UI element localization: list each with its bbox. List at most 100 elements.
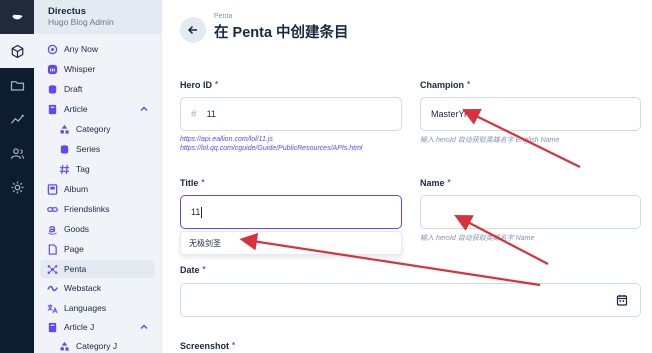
nav-item-label: Languages xyxy=(64,303,107,313)
hero-id-label: Hero ID * xyxy=(180,80,218,90)
nav-item-webstack[interactable]: Webstack xyxy=(40,279,155,297)
name-input[interactable] xyxy=(420,195,641,229)
translate-icon xyxy=(44,302,60,314)
nav-item-languages[interactable]: Languages xyxy=(40,299,155,317)
champion-label: Champion * xyxy=(420,80,470,90)
nav-item-label: Article xyxy=(64,104,88,114)
nav-item-label: Webstack xyxy=(64,283,102,293)
module-insights[interactable] xyxy=(0,102,34,136)
date-input[interactable] xyxy=(180,283,641,317)
module-users[interactable] xyxy=(0,136,34,170)
nav-item-label: Penta xyxy=(64,264,87,274)
name-label-text: Name xyxy=(420,178,445,188)
folder-icon xyxy=(10,80,24,91)
hero-id-input[interactable]: # 11 xyxy=(180,97,402,131)
insights-icon xyxy=(10,114,24,124)
nav-item-tag[interactable]: Tag xyxy=(52,160,155,178)
title-label-text: Title xyxy=(180,178,199,188)
main-content: Penta 在 Penta 中创建条目 Hero ID * # 11 https:… xyxy=(162,0,652,353)
nav-item-label: Category J xyxy=(76,341,118,351)
nav-item-label: Series xyxy=(76,144,101,154)
stack-icon xyxy=(44,282,60,294)
breadcrumb[interactable]: Penta xyxy=(214,13,232,20)
nav-item-label: Goods xyxy=(64,224,90,234)
title-value: 11 xyxy=(191,207,201,217)
rabbit-logo-icon xyxy=(11,14,23,19)
project-subtitle: Hugo Blog Admin xyxy=(48,17,114,27)
date-label: Date * xyxy=(180,265,206,275)
chevron-up-icon[interactable] xyxy=(139,322,149,332)
title-suggestion-dropdown[interactable]: 无极剑圣 xyxy=(180,231,402,255)
nav-item-label: Tag xyxy=(76,164,90,174)
mastodon-icon xyxy=(44,63,60,75)
hub-icon xyxy=(44,263,60,275)
screenshot-label-text: Screenshot xyxy=(180,341,230,351)
nav-item-goods[interactable]: Goods xyxy=(40,220,155,238)
name-label: Name * xyxy=(420,178,451,188)
module-files[interactable] xyxy=(0,68,34,102)
settings-icon xyxy=(11,181,23,193)
module-settings[interactable] xyxy=(0,170,34,204)
name-hint: 输入 heroId 自动获取英雄名字 Name xyxy=(420,235,535,242)
required-mark: * xyxy=(215,80,219,89)
chevron-up-icon[interactable] xyxy=(139,104,149,114)
directus-app: Directus Hugo Blog Admin Any Now Whisper… xyxy=(0,0,652,353)
arrow-back-icon xyxy=(187,25,197,35)
link-icon xyxy=(44,203,60,215)
title-input[interactable]: 11 xyxy=(180,195,402,229)
nav-item-any-now[interactable]: Any Now xyxy=(40,40,155,58)
champion-input[interactable]: MasterYi xyxy=(420,97,641,131)
date-label-text: Date xyxy=(180,265,200,275)
nav-item-draft[interactable]: Draft xyxy=(40,80,155,98)
nav-item-penta[interactable]: Penta xyxy=(40,260,155,278)
nav-item-label: Draft xyxy=(64,84,83,94)
book-icon xyxy=(44,103,60,115)
module-bar xyxy=(0,0,34,353)
back-button[interactable] xyxy=(180,17,206,43)
champion-hint: 输入 heroId 自动获取英雄名字 English Name xyxy=(420,137,560,144)
database-icon xyxy=(44,83,60,95)
navigation-sidebar: Directus Hugo Blog Admin Any Now Whisper… xyxy=(34,0,162,353)
nav-item-page[interactable]: Page xyxy=(40,240,155,258)
page-icon xyxy=(44,243,60,255)
database-icon xyxy=(56,143,72,155)
champion-label-text: Champion xyxy=(420,80,464,90)
hash-icon: # xyxy=(191,108,197,120)
page-title: 在 Penta 中创建条目 xyxy=(214,25,349,41)
calendar-icon[interactable] xyxy=(616,294,628,306)
nav-item-album[interactable]: Album xyxy=(40,180,155,198)
hero-id-label-text: Hero ID xyxy=(180,80,213,90)
screenshot-label: Screenshot * xyxy=(180,341,235,351)
nav-item-label: Any Now xyxy=(64,44,99,54)
directus-logo[interactable] xyxy=(0,0,34,34)
hero-id-value: 11 xyxy=(206,109,216,119)
project-header[interactable]: Directus Hugo Blog Admin xyxy=(34,0,161,34)
users-icon xyxy=(10,147,24,159)
hero-id-hint-link-1[interactable]: https://api.eallion.com/lol/11.js xyxy=(180,135,273,144)
title-label: Title * xyxy=(180,178,204,188)
category-icon xyxy=(56,340,72,352)
module-content[interactable] xyxy=(0,34,34,68)
nav-item-label: Friendslinks xyxy=(64,204,110,214)
nav-item-article-j[interactable]: Article J xyxy=(40,318,155,336)
nav-item-friendslinks[interactable]: Friendslinks xyxy=(40,200,155,218)
hero-id-hint-link-2[interactable]: https://lol.qq.com/cguide/Guide/PublicRe… xyxy=(180,144,362,153)
nav-item-category[interactable]: Category xyxy=(52,120,155,138)
amazon-icon xyxy=(44,223,60,235)
nav-item-label: Article J xyxy=(64,322,95,332)
text-cursor xyxy=(201,206,203,218)
required-mark: * xyxy=(467,80,471,89)
nav-item-series[interactable]: Series xyxy=(52,140,155,158)
nav-item-whisper[interactable]: Whisper xyxy=(40,60,155,78)
any-now-icon xyxy=(44,43,60,55)
title-suggestion-item[interactable]: 无极剑圣 xyxy=(189,238,221,249)
required-mark: * xyxy=(202,265,206,274)
nav-item-label: Whisper xyxy=(64,64,96,74)
required-mark: * xyxy=(232,341,236,350)
nav-item-category-j[interactable]: Category J xyxy=(52,337,155,353)
nav-item-article[interactable]: Article xyxy=(40,100,155,118)
nav-item-label: Album xyxy=(64,184,89,194)
category-icon xyxy=(56,123,72,135)
project-name: Directus xyxy=(48,6,87,17)
champion-value: MasterYi xyxy=(431,109,467,119)
